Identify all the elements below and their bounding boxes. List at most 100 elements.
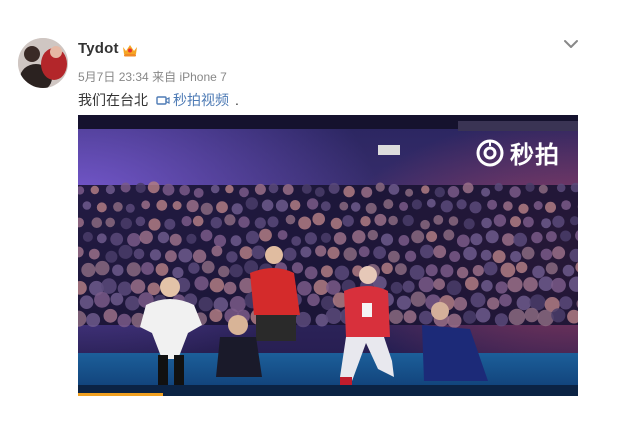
crowd-head xyxy=(156,199,168,211)
video-camera-icon xyxy=(156,95,170,105)
crowd-head xyxy=(320,201,331,212)
crowd-head xyxy=(339,201,349,211)
crowd-head xyxy=(120,182,131,193)
crowd-head xyxy=(198,296,213,312)
crowd-head xyxy=(446,280,462,296)
crowd-head xyxy=(388,184,400,195)
crowd-head xyxy=(298,216,312,230)
crowd-head xyxy=(210,184,220,194)
crowd-head xyxy=(358,246,370,258)
crowd-head xyxy=(135,216,146,227)
crowd-head xyxy=(162,183,175,196)
crowd-head xyxy=(518,203,529,214)
video-link[interactable]: 秒拍视频 xyxy=(156,90,229,110)
crowd-head xyxy=(245,230,260,244)
user-name[interactable]: Tydot xyxy=(78,40,119,57)
crowd-head xyxy=(421,185,430,194)
crowd-head xyxy=(110,232,124,246)
trailing-dot: . xyxy=(235,92,239,108)
crowd-head xyxy=(503,201,513,211)
crowd-head xyxy=(510,251,522,263)
crowd-head xyxy=(172,267,184,279)
crowd-head xyxy=(225,184,234,194)
crowd-head xyxy=(201,260,215,274)
crowd-head xyxy=(559,296,573,310)
crowd-head xyxy=(82,201,92,210)
crowd-head xyxy=(525,182,535,192)
crowd-head xyxy=(245,197,258,210)
crowd-head xyxy=(447,186,460,198)
crowd-head xyxy=(103,308,118,323)
crowd-head xyxy=(409,265,425,280)
crowd-head xyxy=(277,230,288,240)
crowd-head xyxy=(487,297,500,310)
avatar[interactable] xyxy=(18,38,68,88)
post-meta: 5月7日 23:34 来自 iPhone 7 xyxy=(78,68,227,85)
crowd-head xyxy=(493,214,507,227)
crowd-head xyxy=(411,230,425,244)
crowd-head xyxy=(433,215,444,225)
weibo-post-card: Tydot 5月7日 23:34 来自 iPhone 7 我们在台北 秒拍视频 … xyxy=(0,0,637,425)
post-body: 我们在台北 xyxy=(78,92,148,108)
video-watermark: 秒拍 xyxy=(476,135,560,170)
crowd-head xyxy=(433,245,447,259)
crowd-head xyxy=(333,232,347,245)
crowd-head xyxy=(261,199,274,212)
crowd-head xyxy=(218,265,230,278)
crowd-head xyxy=(94,291,110,308)
crowd-head xyxy=(516,261,528,274)
watermark-text: 秒拍 xyxy=(510,142,560,169)
crowd-head xyxy=(352,230,366,244)
crowd-head xyxy=(380,233,394,246)
crowd-head xyxy=(326,280,341,295)
crowd-head xyxy=(297,281,312,296)
crowd-head xyxy=(105,184,115,195)
crowd-head xyxy=(304,232,317,245)
crowd-head xyxy=(120,217,132,230)
crowd-head xyxy=(507,277,523,293)
crowd-head xyxy=(231,203,243,215)
crowd-head xyxy=(192,215,204,227)
video-player[interactable]: 秒拍 xyxy=(78,115,578,396)
crowd-head xyxy=(426,231,438,242)
crowd-head xyxy=(523,216,534,228)
crowd-head xyxy=(165,250,177,263)
crowd-head xyxy=(330,217,343,230)
crowd-head xyxy=(448,216,459,226)
crowd-head xyxy=(350,202,361,212)
crowd-head xyxy=(426,198,436,208)
crowd-head xyxy=(157,231,170,244)
crowd-head xyxy=(447,313,462,328)
crowd-head xyxy=(291,262,304,274)
crowd-head xyxy=(213,234,227,247)
crowd-head xyxy=(508,308,526,326)
crowd-head xyxy=(513,232,528,247)
crowd-head xyxy=(216,201,228,214)
crowd-head xyxy=(521,246,535,260)
crowd-head xyxy=(327,246,340,259)
crowd-head xyxy=(524,307,539,323)
crowd-head xyxy=(516,295,532,311)
crowd-head xyxy=(254,183,266,195)
video-link-label[interactable]: 秒拍视频 xyxy=(173,90,229,110)
crowd-head xyxy=(433,278,446,290)
crowd-head xyxy=(487,199,498,210)
crowd-head xyxy=(551,277,566,293)
post-device[interactable]: iPhone 7 xyxy=(179,70,226,84)
crowd-head xyxy=(499,294,512,307)
crowd-head xyxy=(304,266,318,280)
crowd-head xyxy=(440,264,454,278)
post-date[interactable]: 5月7日 xyxy=(78,70,115,84)
crowd-head xyxy=(95,260,110,276)
post-time[interactable]: 23:34 xyxy=(119,70,149,84)
crowd-head xyxy=(402,280,415,293)
crowd-head xyxy=(282,184,294,195)
crowd-head xyxy=(141,200,151,210)
crowd-head xyxy=(105,217,115,228)
crowd-head xyxy=(405,250,417,262)
crowd-head xyxy=(86,313,101,327)
chevron-down-icon[interactable] xyxy=(562,37,580,51)
crowd-head xyxy=(509,186,521,198)
crowd-head xyxy=(411,199,422,210)
crowd-head xyxy=(480,249,492,261)
